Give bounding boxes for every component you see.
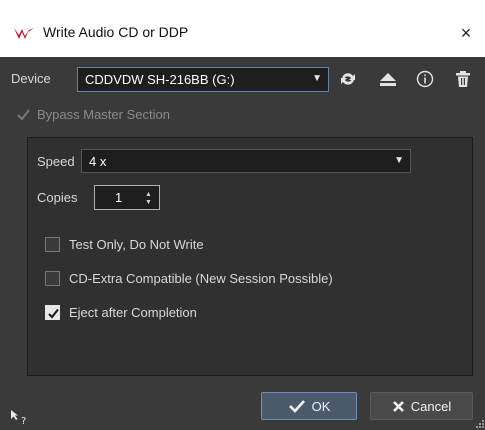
device-value: CDDVDW SH-216BB (G:) <box>85 72 235 87</box>
check-icon <box>17 109 30 121</box>
checkmark-icon <box>288 400 305 413</box>
cd-extra-checkbox[interactable] <box>45 271 60 286</box>
ok-label: OK <box>311 398 331 414</box>
chevron-down-icon[interactable]: ▼ <box>145 199 152 206</box>
eject-icon[interactable] <box>377 68 399 90</box>
cancel-button[interactable]: Cancel <box>370 392 473 420</box>
device-label: Device <box>11 71 51 86</box>
svg-text:?: ? <box>21 416 26 425</box>
eject-label: Eject after Completion <box>69 305 197 320</box>
cd-extra-label: CD-Extra Compatible (New Session Possibl… <box>69 271 333 286</box>
title-bar: Write Audio CD or DDP × <box>0 0 485 57</box>
chevron-down-icon: ▼ <box>312 73 322 84</box>
copies-value: 1 <box>115 190 123 205</box>
bypass-checkbox[interactable] <box>16 107 31 122</box>
copies-stepper[interactable]: 1 ▲ ▼ <box>94 185 160 210</box>
test-only-checkbox[interactable] <box>45 237 60 252</box>
copies-label: Copies <box>37 190 78 205</box>
trash-icon[interactable] <box>452 68 474 90</box>
speed-value: 4 x <box>89 154 107 169</box>
help-pointer-icon[interactable]: ? <box>10 409 30 425</box>
cancel-label: Cancel <box>410 398 452 414</box>
resize-grip-icon[interactable] <box>476 420 484 428</box>
bypass-label: Bypass Master Section <box>37 107 170 122</box>
eject-checkbox[interactable] <box>45 305 60 320</box>
chevron-down-icon: ▼ <box>394 155 404 166</box>
chevron-up-icon[interactable]: ▲ <box>145 191 152 198</box>
close-icon <box>392 400 404 412</box>
check-icon <box>48 308 59 319</box>
close-button[interactable]: × <box>452 20 480 46</box>
speed-label: Speed <box>37 154 75 169</box>
wavelab-logo-icon <box>14 28 34 39</box>
close-icon: × <box>460 23 472 43</box>
speed-dropdown[interactable]: 4 x ▼ <box>81 149 411 173</box>
device-dropdown[interactable]: CDDVDW SH-216BB (G:) ▼ <box>77 67 329 92</box>
window-title: Write Audio CD or DDP <box>43 24 189 40</box>
ok-button[interactable]: OK <box>261 392 357 420</box>
info-icon[interactable] <box>414 68 436 90</box>
refresh-icon[interactable] <box>337 68 359 90</box>
test-only-label: Test Only, Do Not Write <box>69 237 204 252</box>
